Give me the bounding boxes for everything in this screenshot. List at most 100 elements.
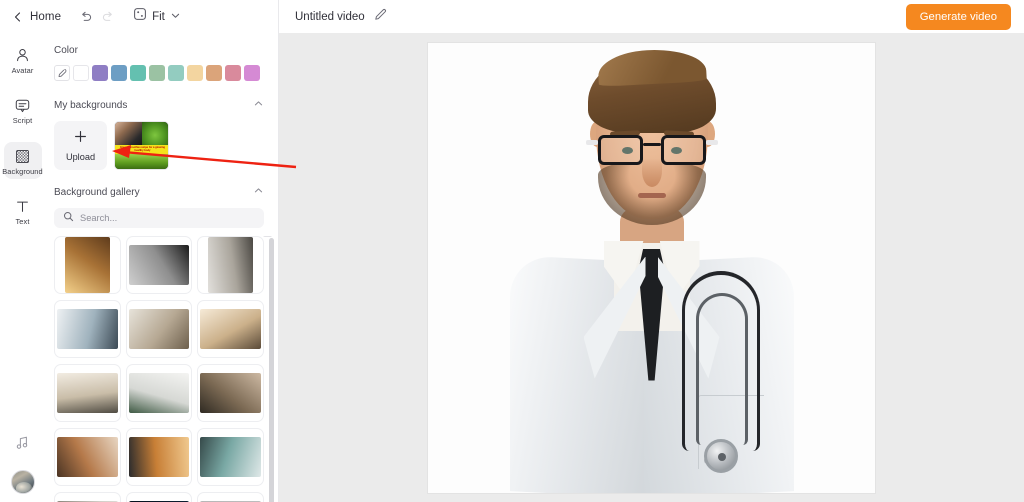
my-backgrounds-list: Upload Green smoothie recipe for a glowi… <box>45 113 278 170</box>
color-swatch-purple[interactable] <box>92 65 108 81</box>
gallery-scrollbar[interactable] <box>263 236 274 502</box>
hair <box>587 54 716 133</box>
my-backgrounds-title: My backgrounds <box>54 99 128 111</box>
upload-background-button[interactable]: Upload <box>54 121 107 170</box>
glasses-lens-left <box>597 134 643 165</box>
sidebar-item-background-label: Background <box>2 166 43 176</box>
color-swatch-orchid[interactable] <box>244 65 260 81</box>
gallery-thumbnail <box>128 437 190 477</box>
gallery-thumbnail <box>128 373 190 413</box>
glasses-temple-right <box>705 139 718 145</box>
gallery-item-6[interactable] <box>197 300 264 358</box>
sidebar-item-avatar-label: Avatar <box>11 66 34 75</box>
text-t-icon <box>14 198 31 215</box>
color-swatch-white[interactable] <box>73 65 89 81</box>
gallery-thumbnail <box>57 373 118 413</box>
canvas-stage[interactable] <box>279 33 1024 502</box>
gallery-thumbnail <box>208 237 254 293</box>
color-swatch-sand[interactable] <box>187 65 203 81</box>
sidebar-item-script[interactable]: Script <box>4 91 42 128</box>
fit-label: Fit <box>152 10 165 23</box>
gallery-item-15[interactable] <box>197 492 264 502</box>
gallery-search-bar[interactable] <box>54 208 264 228</box>
gallery-thumbnail <box>57 309 118 349</box>
background-panel: Color My backgrounds Upload Green smooth… <box>45 33 278 502</box>
glasses-bridge <box>642 142 661 146</box>
home-button[interactable]: Home <box>12 11 75 23</box>
gallery-item-13[interactable] <box>54 492 121 502</box>
plus-icon <box>73 129 88 149</box>
color-swatch-blue[interactable] <box>111 65 127 81</box>
upload-label: Upload <box>65 152 96 162</box>
avatar[interactable] <box>10 470 35 494</box>
gallery-item-4[interactable] <box>54 300 121 358</box>
thumb-quadrant-smoothie <box>141 122 168 147</box>
pencil-icon[interactable] <box>374 8 387 26</box>
canvas-header: Untitled video Generate video <box>279 0 1024 33</box>
gallery-item-12[interactable] <box>197 428 264 486</box>
page-title: Untitled video <box>295 10 365 23</box>
gallery-item-3[interactable] <box>197 236 264 294</box>
chevron-up-icon[interactable] <box>253 96 264 114</box>
thumb-caption-text: Green smoothie recipe for a glowing heal… <box>120 145 165 152</box>
gallery-thumbnail <box>200 309 261 349</box>
background-gallery-title: Background gallery <box>54 186 140 198</box>
color-section-title: Color <box>54 45 78 56</box>
music-button[interactable] <box>4 432 42 458</box>
search-icon <box>63 209 74 227</box>
home-label: Home <box>30 10 62 23</box>
gallery-thumbnail <box>200 437 261 477</box>
eyeglasses <box>585 134 718 165</box>
color-swatch-rose[interactable] <box>225 65 241 81</box>
gallery-item-11[interactable] <box>125 428 193 486</box>
redo-button[interactable] <box>97 6 119 28</box>
video-slide-preview[interactable] <box>428 42 875 493</box>
thumb-quadrant-greens <box>115 153 168 169</box>
color-swatch-mint[interactable] <box>168 65 184 81</box>
color-swatch-tan[interactable] <box>206 65 222 81</box>
undo-icon <box>82 11 92 21</box>
document-title-group: Untitled video <box>295 8 387 26</box>
color-swatch-sage[interactable] <box>149 65 165 81</box>
background-gallery-header[interactable]: Background gallery <box>45 184 278 200</box>
mouth <box>637 192 666 198</box>
left-panel: Home Fit Avatar Script Background Text C… <box>0 0 279 502</box>
redo-icon <box>103 11 112 21</box>
rail-bottom-group <box>0 432 45 494</box>
thumb-quadrant-person <box>115 122 142 147</box>
gallery-thumbnail <box>200 373 261 413</box>
gallery-item-5[interactable] <box>125 300 193 358</box>
fit-dropdown[interactable]: Fit <box>133 7 181 26</box>
music-note-icon <box>14 434 31 456</box>
sidebar-item-background[interactable]: Background <box>2 141 43 180</box>
background-gallery-section: Background gallery <box>45 170 278 502</box>
gallery-item-1[interactable] <box>54 236 121 294</box>
sidebar-item-avatar[interactable]: Avatar <box>4 41 42 78</box>
gallery-item-2[interactable] <box>125 236 193 294</box>
scrollbar-up-arrow[interactable] <box>263 236 272 237</box>
gallery-item-8[interactable] <box>125 364 193 422</box>
color-swatch-teal[interactable] <box>130 65 146 81</box>
gallery-scroll-region[interactable] <box>45 236 278 502</box>
sidebar-item-script-label: Script <box>12 116 33 126</box>
person-icon <box>14 47 31 64</box>
my-backgrounds-header[interactable]: My backgrounds <box>45 97 278 113</box>
search-input[interactable] <box>80 213 255 223</box>
glasses-lens-right <box>660 134 706 165</box>
script-bubble-icon <box>14 97 31 114</box>
sidebar-item-text-label: Text <box>15 217 30 227</box>
gallery-thumbnail <box>57 437 118 477</box>
stethoscope-bell <box>703 438 738 473</box>
generate-video-button[interactable]: Generate video <box>905 3 1011 30</box>
undo-button[interactable] <box>75 6 97 28</box>
gallery-item-10[interactable] <box>54 428 121 486</box>
chevron-up-icon[interactable] <box>253 183 264 201</box>
sidebar-item-text[interactable]: Text <box>4 192 42 229</box>
uploaded-background-thumbnail[interactable]: Green smoothie recipe for a glowing heal… <box>114 121 169 170</box>
gallery-item-9[interactable] <box>197 364 264 422</box>
gallery-item-7[interactable] <box>54 364 121 422</box>
gallery-item-14[interactable] <box>125 492 193 502</box>
editor-toolbar: Home Fit <box>0 0 278 33</box>
tool-rail: Avatar Script Background Text <box>0 33 45 502</box>
eyedropper-icon[interactable] <box>54 65 70 81</box>
